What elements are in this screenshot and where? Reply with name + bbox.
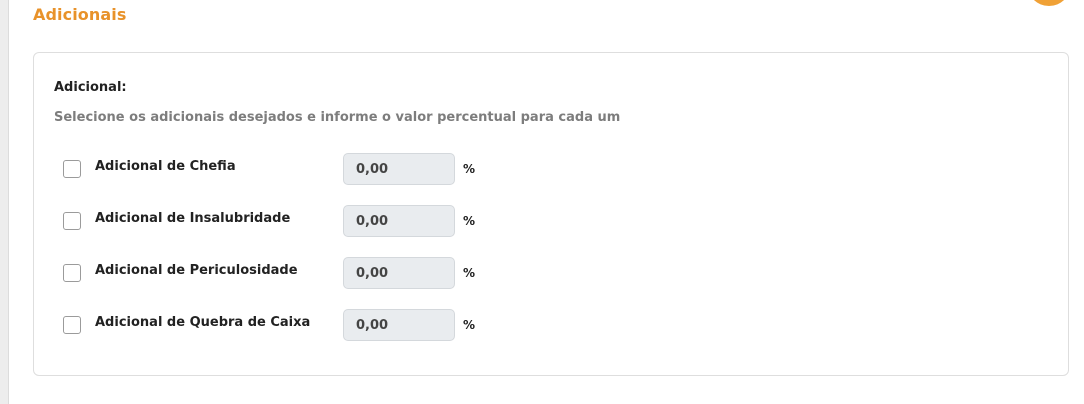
input-adicional-insalubridade[interactable] xyxy=(343,205,455,237)
floating-action-button-edge[interactable] xyxy=(1027,0,1071,6)
sidebar-edge xyxy=(0,0,9,404)
label-adicional-periculosidade: Adicional de Periculosidade xyxy=(95,263,298,278)
adicional-row-quebra-de-caixa: Adicional de Quebra de Caixa % xyxy=(63,309,523,341)
checkbox-adicional-insalubridade[interactable] xyxy=(63,212,81,230)
panel-label: Adicional: xyxy=(54,80,127,95)
input-adicional-quebra-de-caixa[interactable] xyxy=(343,309,455,341)
checkbox-adicional-periculosidade[interactable] xyxy=(63,264,81,282)
input-adicional-chefia[interactable] xyxy=(343,153,455,185)
section-title: Adicionais xyxy=(33,5,127,24)
adicional-row-insalubridade: Adicional de Insalubridade % xyxy=(63,205,523,237)
adicional-row-periculosidade: Adicional de Periculosidade % xyxy=(63,257,523,289)
label-adicional-insalubridade: Adicional de Insalubridade xyxy=(95,211,291,226)
percent-unit: % xyxy=(463,266,476,280)
percent-unit: % xyxy=(463,318,476,332)
adicional-row-chefia: Adicional de Chefia % xyxy=(63,153,523,185)
checkbox-adicional-chefia[interactable] xyxy=(63,160,81,178)
percent-unit: % xyxy=(463,214,476,228)
checkbox-adicional-quebra-de-caixa[interactable] xyxy=(63,316,81,334)
label-adicional-chefia: Adicional de Chefia xyxy=(95,159,236,174)
adicionais-panel: Adicional: Selecione os adicionais desej… xyxy=(33,52,1069,376)
percent-unit: % xyxy=(463,162,476,176)
label-adicional-quebra-de-caixa: Adicional de Quebra de Caixa xyxy=(95,315,311,330)
input-adicional-periculosidade[interactable] xyxy=(343,257,455,289)
panel-hint: Selecione os adicionais desejados e info… xyxy=(54,110,621,125)
